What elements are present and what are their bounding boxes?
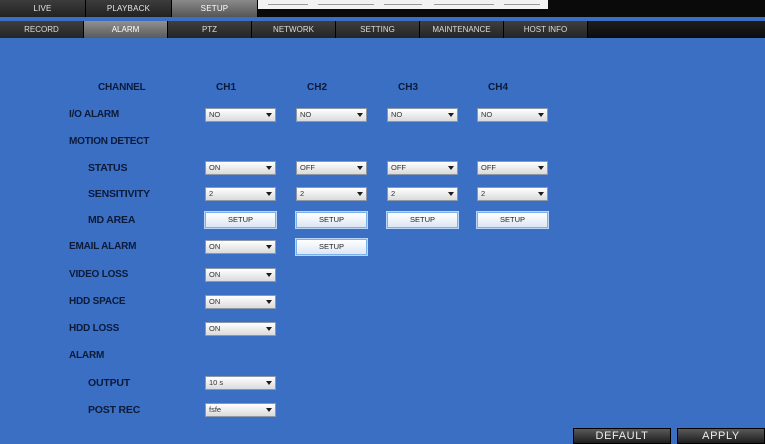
status-ch1-value: ON	[209, 163, 221, 172]
io-alarm-ch4-select[interactable]: NO	[477, 108, 548, 122]
top-menu-bar: LIVE PLAYBACK SETUP	[0, 0, 765, 17]
email-alarm-value: ON	[209, 242, 221, 251]
sensitivity-ch2-value: 2	[300, 189, 305, 198]
sensitivity-ch2-select[interactable]: 2	[296, 187, 367, 201]
chevron-down-icon	[448, 113, 454, 117]
chevron-down-icon	[266, 300, 272, 304]
channel-header-ch2: CH2	[307, 82, 328, 93]
post-rec-value: fsfe	[209, 405, 222, 414]
chevron-down-icon	[357, 192, 363, 196]
sensitivity-ch3-select[interactable]: 2	[387, 187, 458, 201]
chevron-down-icon	[266, 273, 272, 277]
chevron-down-icon	[266, 327, 272, 331]
status-ch2-value: OFF	[300, 163, 315, 172]
status-ch2-select[interactable]: OFF	[296, 161, 367, 175]
tab-network[interactable]: NETWORK	[252, 21, 336, 38]
io-alarm-ch2-select[interactable]: NO	[296, 108, 367, 122]
io-alarm-ch4-value: NO	[481, 110, 493, 119]
sensitivity-ch4-select[interactable]: 2	[477, 187, 548, 201]
tab-alarm[interactable]: ALARM	[84, 21, 168, 38]
status-ch3-value: OFF	[391, 163, 406, 172]
io-alarm-ch2-value: NO	[300, 110, 312, 119]
output-label: OUTPUT	[88, 377, 130, 389]
status-label: STATUS	[88, 162, 128, 174]
tab-record[interactable]: RECORD	[0, 21, 84, 38]
sub-menu-bar: RECORD ALARM PTZ NETWORK SETTING MAINTEN…	[0, 21, 765, 38]
chevron-down-icon	[448, 192, 454, 196]
md-area-ch4-setup-button[interactable]: SETUP	[477, 212, 548, 228]
chevron-down-icon	[266, 192, 272, 196]
hdd-loss-select[interactable]: ON	[205, 322, 276, 336]
hdd-loss-value: ON	[209, 324, 221, 333]
status-ch3-select[interactable]: OFF	[387, 161, 458, 175]
md-area-ch2-setup-button[interactable]: SETUP	[296, 212, 367, 228]
motion-detect-label: MOTION DETECT	[69, 136, 150, 147]
io-alarm-ch3-value: NO	[391, 110, 403, 119]
hdd-space-select[interactable]: ON	[205, 295, 276, 309]
channel-header-ch4: CH4	[488, 82, 509, 93]
post-rec-select[interactable]: fsfe	[205, 403, 276, 417]
sensitivity-ch3-value: 2	[391, 189, 396, 198]
sensitivity-label: SENSITIVITY	[88, 188, 150, 200]
channel-header-ch1: CH1	[216, 82, 237, 93]
sensitivity-ch1-select[interactable]: 2	[205, 187, 276, 201]
tab-playback[interactable]: PLAYBACK	[86, 0, 172, 17]
io-alarm-label: I/O ALARM	[69, 109, 120, 120]
chevron-down-icon	[538, 166, 544, 170]
alarm-section-label: ALARM	[69, 350, 105, 361]
output-select[interactable]: 10 s	[205, 376, 276, 390]
email-alarm-select[interactable]: ON	[205, 240, 276, 254]
chevron-down-icon	[266, 381, 272, 385]
post-rec-label: POST REC	[88, 404, 141, 416]
tab-host-info[interactable]: HOST INFO	[504, 21, 588, 38]
md-area-label: MD AREA	[88, 214, 136, 226]
chevron-down-icon	[266, 113, 272, 117]
alarm-setup-screen: LIVE PLAYBACK SETUP RECORD ALARM PTZ NET…	[0, 0, 765, 444]
email-alarm-setup-button[interactable]: SETUP	[296, 239, 367, 255]
channel-header-ch3: CH3	[398, 82, 419, 93]
chevron-down-icon	[538, 113, 544, 117]
status-ch4-value: OFF	[481, 163, 496, 172]
chevron-down-icon	[448, 166, 454, 170]
md-area-ch1-setup-button[interactable]: SETUP	[205, 212, 276, 228]
video-loss-label: VIDEO LOSS	[69, 269, 129, 280]
status-ch1-select[interactable]: ON	[205, 161, 276, 175]
chevron-down-icon	[266, 408, 272, 412]
tab-maintenance[interactable]: MAINTENANCE	[420, 21, 504, 38]
hdd-space-value: ON	[209, 297, 221, 306]
video-loss-value: ON	[209, 270, 221, 279]
chevron-down-icon	[266, 245, 272, 249]
video-loss-select[interactable]: ON	[205, 268, 276, 282]
tab-live[interactable]: LIVE	[0, 0, 86, 17]
chevron-down-icon	[266, 166, 272, 170]
hdd-loss-label: HDD LOSS	[69, 323, 120, 334]
sensitivity-ch1-value: 2	[209, 189, 214, 198]
sensitivity-ch4-value: 2	[481, 189, 486, 198]
chevron-down-icon	[357, 166, 363, 170]
tab-setup[interactable]: SETUP	[172, 0, 258, 17]
hdd-space-label: HDD SPACE	[69, 296, 126, 307]
email-alarm-label: EMAIL ALARM	[69, 241, 137, 252]
io-alarm-ch1-value: NO	[209, 110, 221, 119]
status-ch4-select[interactable]: OFF	[477, 161, 548, 175]
channel-label: CHANNEL	[98, 82, 146, 93]
io-alarm-ch3-select[interactable]: NO	[387, 108, 458, 122]
tab-setting[interactable]: SETTING	[336, 21, 420, 38]
chevron-down-icon	[357, 113, 363, 117]
output-value: 10 s	[209, 378, 224, 387]
md-area-ch3-setup-button[interactable]: SETUP	[387, 212, 458, 228]
chevron-down-icon	[538, 192, 544, 196]
io-alarm-ch1-select[interactable]: NO	[205, 108, 276, 122]
top-overlay-note	[258, 0, 548, 9]
tab-ptz[interactable]: PTZ	[168, 21, 252, 38]
